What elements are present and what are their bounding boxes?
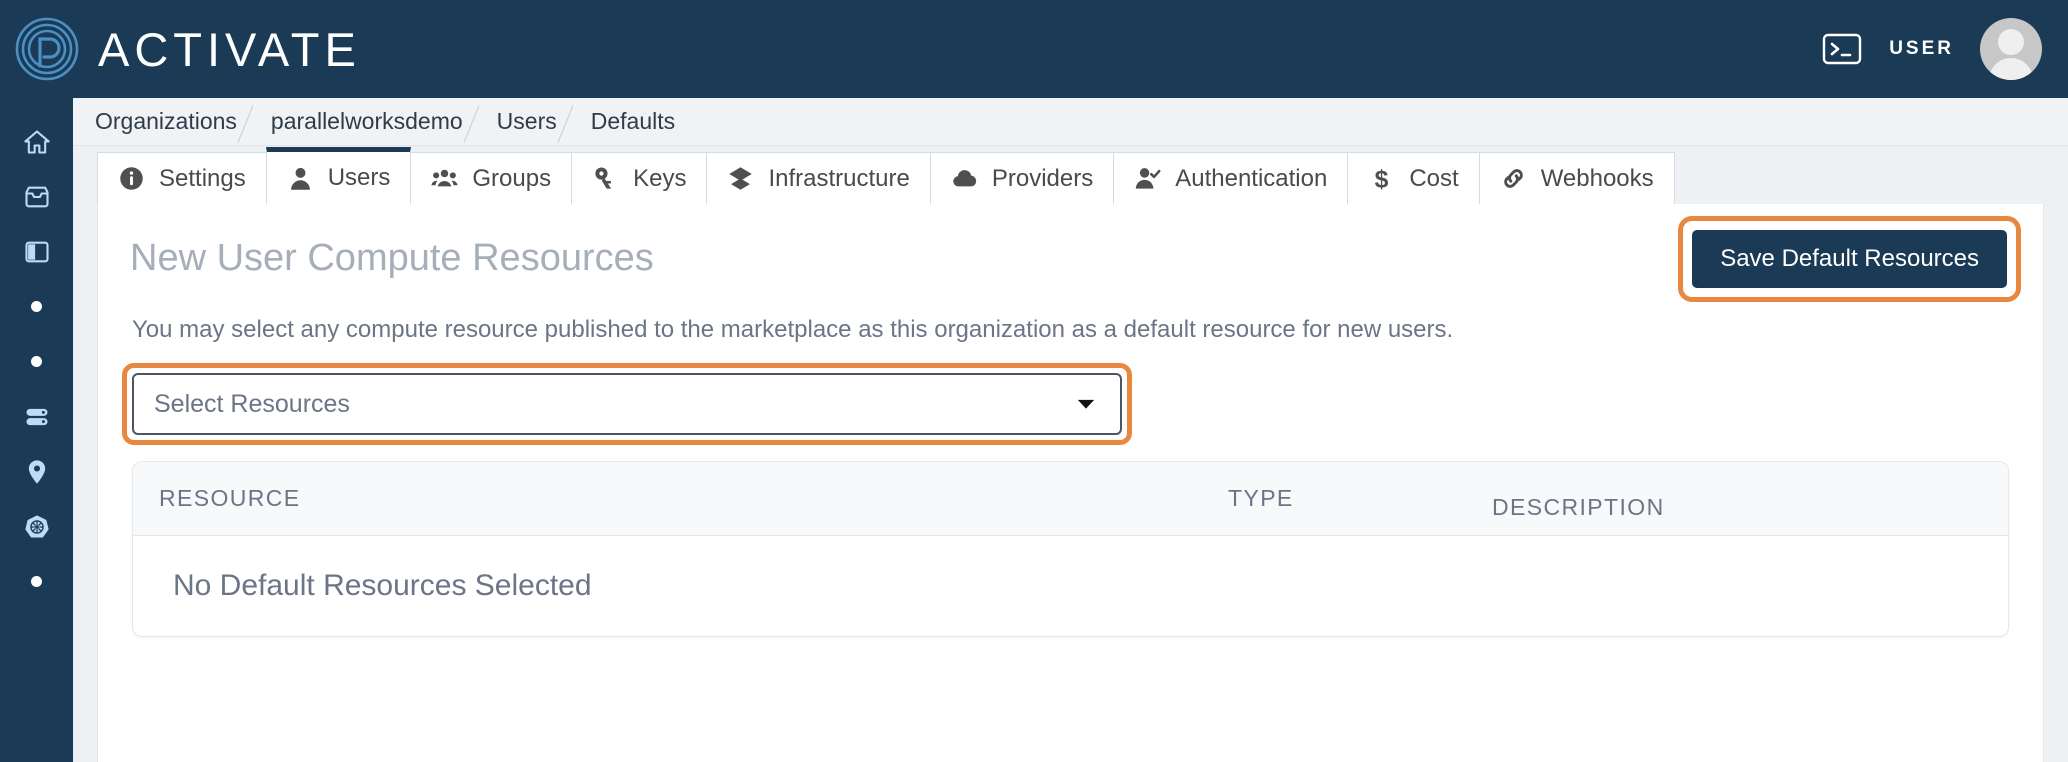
breadcrumb-item-defaults[interactable]: Defaults xyxy=(591,110,675,133)
link-chain-icon xyxy=(1503,169,1523,188)
breadcrumb: Organizations parallelworksdemo Users De… xyxy=(73,98,2068,146)
tab-settings[interactable]: Settings xyxy=(97,152,267,204)
cloud-icon xyxy=(953,170,977,187)
tab-bar: Settings Users Groups Keys Infrastructur… xyxy=(73,146,2068,204)
breadcrumb-item-organizations[interactable]: Organizations xyxy=(95,110,237,133)
panel-columns-icon xyxy=(24,241,49,262)
empty-state-message: No Default Resources Selected xyxy=(173,569,592,603)
dot-icon xyxy=(31,576,42,587)
user-check-icon xyxy=(1136,168,1161,189)
breadcrumb-separator xyxy=(463,98,497,146)
default-resources-table: RESOURCE TYPE DESCRIPTION No Default Res… xyxy=(132,461,2009,638)
tab-label: Settings xyxy=(159,164,246,192)
info-circle-icon xyxy=(120,167,143,190)
home-icon xyxy=(23,129,50,154)
sidebar-item-dot-1[interactable] xyxy=(0,279,73,334)
users-group-icon xyxy=(431,169,458,187)
server-icon xyxy=(26,408,47,425)
top-bar: ACTIVATE USER xyxy=(0,0,2068,98)
tab-label: Providers xyxy=(991,164,1094,192)
save-button-wrapper: Save Default Resources xyxy=(1678,216,2021,302)
tab-label: Webhooks xyxy=(1540,164,1654,192)
user-icon xyxy=(290,167,310,190)
select-resources-value: Select Resources xyxy=(154,389,350,418)
brand[interactable]: ACTIVATE xyxy=(0,16,361,82)
panel-header: New User Compute Resources Save Default … xyxy=(98,204,2043,302)
kubernetes-icon xyxy=(24,514,49,537)
page-title: New User Compute Resources xyxy=(130,237,654,280)
breadcrumb-separator xyxy=(237,98,271,146)
tab-label: Infrastructure xyxy=(768,164,910,192)
sidebar-item-server[interactable] xyxy=(0,389,73,444)
tab-keys[interactable]: Keys xyxy=(571,152,708,204)
tab-infrastructure[interactable]: Infrastructure xyxy=(706,152,931,204)
select-resources-dropdown[interactable]: Select Resources xyxy=(132,373,1122,436)
app-root: ACTIVATE USER Organizations parallelwork… xyxy=(0,0,2068,762)
dot-icon xyxy=(31,301,42,312)
sidebar-item-inbox[interactable] xyxy=(0,169,73,224)
table-header-row: RESOURCE TYPE DESCRIPTION xyxy=(133,462,2008,537)
inbox-icon xyxy=(24,186,49,207)
svg-text:$: $ xyxy=(1375,167,1389,193)
page-content: Organizations parallelworksdemo Users De… xyxy=(73,98,2068,762)
user-label: USER xyxy=(1889,38,1954,59)
tab-cost[interactable]: $ Cost xyxy=(1347,152,1480,204)
tab-webhooks[interactable]: Webhooks xyxy=(1478,152,1675,204)
breadcrumb-separator xyxy=(557,98,591,146)
layers-icon xyxy=(729,167,753,190)
map-pin-icon xyxy=(28,459,45,484)
terminal-icon[interactable] xyxy=(1821,28,1863,70)
tab-label: Groups xyxy=(472,164,552,192)
select-resources-wrapper: Select Resources xyxy=(122,363,1132,446)
key-icon xyxy=(595,167,612,189)
tab-label: Keys xyxy=(633,164,687,192)
avatar-body xyxy=(1989,58,2033,80)
avatar-head xyxy=(1998,29,2024,55)
avatar[interactable] xyxy=(1980,18,2042,80)
sidebar-item-location[interactable] xyxy=(0,444,73,499)
chevron-down-icon xyxy=(1072,390,1100,418)
tab-label: Users xyxy=(327,164,391,191)
tab-providers[interactable]: Providers xyxy=(929,152,1115,204)
content-panel: New User Compute Resources Save Default … xyxy=(97,204,2044,762)
save-default-resources-button[interactable]: Save Default Resources xyxy=(1692,230,2007,288)
topbar-right: USER xyxy=(1821,18,2068,80)
sidebar xyxy=(0,98,73,762)
brand-name: ACTIVATE xyxy=(98,22,361,76)
table-empty-row: No Default Resources Selected xyxy=(133,536,2008,636)
sidebar-item-kubernetes[interactable] xyxy=(0,499,73,554)
dollar-icon: $ xyxy=(1375,167,1389,193)
dot-icon xyxy=(31,356,42,367)
column-header-resource: RESOURCE xyxy=(159,485,301,512)
activate-logo-icon xyxy=(15,17,79,81)
tab-users[interactable]: Users xyxy=(265,147,412,204)
sidebar-item-dot-3[interactable] xyxy=(0,554,73,609)
sidebar-item-home[interactable] xyxy=(0,114,73,169)
tab-label: Cost xyxy=(1409,164,1459,192)
column-header-description: DESCRIPTION xyxy=(1492,493,1665,520)
tab-label: Authentication xyxy=(1175,164,1328,192)
sidebar-item-panel[interactable] xyxy=(0,224,73,279)
tab-groups[interactable]: Groups xyxy=(410,152,573,204)
breadcrumb-item-users[interactable]: Users xyxy=(497,110,557,133)
column-header-type: TYPE xyxy=(1228,485,1294,512)
breadcrumb-item-parallelworksdemo[interactable]: parallelworksdemo xyxy=(271,110,463,133)
tab-authentication[interactable]: Authentication xyxy=(1113,152,1349,204)
sidebar-item-dot-2[interactable] xyxy=(0,334,73,389)
description-text: You may select any compute resource publ… xyxy=(132,316,1454,343)
